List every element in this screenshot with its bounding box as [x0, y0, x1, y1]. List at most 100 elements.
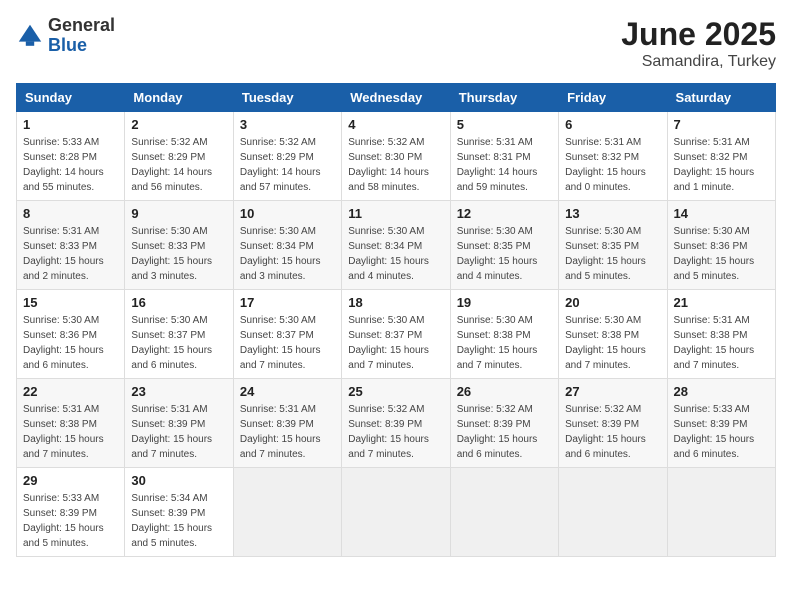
calendar-cell: 27 Sunrise: 5:32 AM Sunset: 8:39 PM Dayl… — [559, 379, 667, 468]
day-info: Sunrise: 5:32 AM Sunset: 8:39 PM Dayligh… — [348, 402, 443, 462]
calendar-cell — [450, 468, 558, 557]
day-number: 14 — [674, 206, 769, 221]
day-info: Sunrise: 5:30 AM Sunset: 8:36 PM Dayligh… — [674, 224, 769, 284]
calendar-cell: 23 Sunrise: 5:31 AM Sunset: 8:39 PM Dayl… — [125, 379, 233, 468]
calendar-week-3: 15 Sunrise: 5:30 AM Sunset: 8:36 PM Dayl… — [17, 290, 776, 379]
calendar-cell: 17 Sunrise: 5:30 AM Sunset: 8:37 PM Dayl… — [233, 290, 341, 379]
calendar-cell: 4 Sunrise: 5:32 AM Sunset: 8:30 PM Dayli… — [342, 112, 450, 201]
calendar-week-4: 22 Sunrise: 5:31 AM Sunset: 8:38 PM Dayl… — [17, 379, 776, 468]
day-number: 22 — [23, 384, 118, 399]
day-info: Sunrise: 5:31 AM Sunset: 8:38 PM Dayligh… — [674, 313, 769, 373]
day-header-sunday: Sunday — [17, 84, 125, 112]
calendar-cell: 11 Sunrise: 5:30 AM Sunset: 8:34 PM Dayl… — [342, 201, 450, 290]
calendar-cell: 12 Sunrise: 5:30 AM Sunset: 8:35 PM Dayl… — [450, 201, 558, 290]
day-number: 15 — [23, 295, 118, 310]
calendar-cell: 22 Sunrise: 5:31 AM Sunset: 8:38 PM Dayl… — [17, 379, 125, 468]
day-header-saturday: Saturday — [667, 84, 775, 112]
calendar-cell: 1 Sunrise: 5:33 AM Sunset: 8:28 PM Dayli… — [17, 112, 125, 201]
logo-icon — [16, 22, 44, 50]
calendar-cell: 5 Sunrise: 5:31 AM Sunset: 8:31 PM Dayli… — [450, 112, 558, 201]
day-number: 29 — [23, 473, 118, 488]
day-number: 18 — [348, 295, 443, 310]
calendar-cell: 30 Sunrise: 5:34 AM Sunset: 8:39 PM Dayl… — [125, 468, 233, 557]
day-header-wednesday: Wednesday — [342, 84, 450, 112]
calendar-table: SundayMondayTuesdayWednesdayThursdayFrid… — [16, 83, 776, 557]
calendar-header-row: SundayMondayTuesdayWednesdayThursdayFrid… — [17, 84, 776, 112]
day-info: Sunrise: 5:33 AM Sunset: 8:28 PM Dayligh… — [23, 135, 118, 195]
calendar-cell: 13 Sunrise: 5:30 AM Sunset: 8:35 PM Dayl… — [559, 201, 667, 290]
calendar-week-1: 1 Sunrise: 5:33 AM Sunset: 8:28 PM Dayli… — [17, 112, 776, 201]
calendar-cell — [342, 468, 450, 557]
day-info: Sunrise: 5:30 AM Sunset: 8:38 PM Dayligh… — [457, 313, 552, 373]
day-info: Sunrise: 5:32 AM Sunset: 8:39 PM Dayligh… — [565, 402, 660, 462]
day-number: 13 — [565, 206, 660, 221]
day-info: Sunrise: 5:31 AM Sunset: 8:38 PM Dayligh… — [23, 402, 118, 462]
day-info: Sunrise: 5:31 AM Sunset: 8:32 PM Dayligh… — [565, 135, 660, 195]
calendar-cell: 2 Sunrise: 5:32 AM Sunset: 8:29 PM Dayli… — [125, 112, 233, 201]
day-header-thursday: Thursday — [450, 84, 558, 112]
page-subtitle: Samandira, Turkey — [621, 53, 776, 71]
day-info: Sunrise: 5:33 AM Sunset: 8:39 PM Dayligh… — [23, 491, 118, 551]
day-info: Sunrise: 5:34 AM Sunset: 8:39 PM Dayligh… — [131, 491, 226, 551]
day-number: 26 — [457, 384, 552, 399]
day-info: Sunrise: 5:32 AM Sunset: 8:30 PM Dayligh… — [348, 135, 443, 195]
day-info: Sunrise: 5:30 AM Sunset: 8:35 PM Dayligh… — [457, 224, 552, 284]
day-number: 7 — [674, 117, 769, 132]
calendar-cell: 21 Sunrise: 5:31 AM Sunset: 8:38 PM Dayl… — [667, 290, 775, 379]
day-info: Sunrise: 5:31 AM Sunset: 8:33 PM Dayligh… — [23, 224, 118, 284]
calendar-cell: 25 Sunrise: 5:32 AM Sunset: 8:39 PM Dayl… — [342, 379, 450, 468]
day-number: 24 — [240, 384, 335, 399]
day-number: 6 — [565, 117, 660, 132]
calendar-cell: 19 Sunrise: 5:30 AM Sunset: 8:38 PM Dayl… — [450, 290, 558, 379]
calendar-cell — [667, 468, 775, 557]
day-info: Sunrise: 5:31 AM Sunset: 8:31 PM Dayligh… — [457, 135, 552, 195]
day-number: 30 — [131, 473, 226, 488]
day-number: 20 — [565, 295, 660, 310]
calendar-cell: 28 Sunrise: 5:33 AM Sunset: 8:39 PM Dayl… — [667, 379, 775, 468]
logo: General Blue — [16, 16, 115, 56]
logo-general: General — [48, 15, 115, 35]
day-number: 28 — [674, 384, 769, 399]
day-info: Sunrise: 5:30 AM Sunset: 8:37 PM Dayligh… — [240, 313, 335, 373]
day-info: Sunrise: 5:32 AM Sunset: 8:39 PM Dayligh… — [457, 402, 552, 462]
day-info: Sunrise: 5:30 AM Sunset: 8:38 PM Dayligh… — [565, 313, 660, 373]
day-number: 17 — [240, 295, 335, 310]
day-number: 27 — [565, 384, 660, 399]
day-number: 23 — [131, 384, 226, 399]
day-info: Sunrise: 5:32 AM Sunset: 8:29 PM Dayligh… — [240, 135, 335, 195]
day-number: 4 — [348, 117, 443, 132]
calendar-cell: 16 Sunrise: 5:30 AM Sunset: 8:37 PM Dayl… — [125, 290, 233, 379]
calendar-cell: 10 Sunrise: 5:30 AM Sunset: 8:34 PM Dayl… — [233, 201, 341, 290]
day-number: 1 — [23, 117, 118, 132]
calendar-cell: 20 Sunrise: 5:30 AM Sunset: 8:38 PM Dayl… — [559, 290, 667, 379]
calendar-week-5: 29 Sunrise: 5:33 AM Sunset: 8:39 PM Dayl… — [17, 468, 776, 557]
calendar-cell: 9 Sunrise: 5:30 AM Sunset: 8:33 PM Dayli… — [125, 201, 233, 290]
day-info: Sunrise: 5:30 AM Sunset: 8:33 PM Dayligh… — [131, 224, 226, 284]
day-info: Sunrise: 5:30 AM Sunset: 8:37 PM Dayligh… — [131, 313, 226, 373]
day-info: Sunrise: 5:30 AM Sunset: 8:35 PM Dayligh… — [565, 224, 660, 284]
day-header-monday: Monday — [125, 84, 233, 112]
day-header-friday: Friday — [559, 84, 667, 112]
day-info: Sunrise: 5:33 AM Sunset: 8:39 PM Dayligh… — [674, 402, 769, 462]
day-info: Sunrise: 5:30 AM Sunset: 8:36 PM Dayligh… — [23, 313, 118, 373]
day-number: 5 — [457, 117, 552, 132]
day-info: Sunrise: 5:31 AM Sunset: 8:39 PM Dayligh… — [240, 402, 335, 462]
day-number: 12 — [457, 206, 552, 221]
day-info: Sunrise: 5:30 AM Sunset: 8:37 PM Dayligh… — [348, 313, 443, 373]
calendar-cell: 26 Sunrise: 5:32 AM Sunset: 8:39 PM Dayl… — [450, 379, 558, 468]
title-block: June 2025 Samandira, Turkey — [621, 16, 776, 71]
day-number: 10 — [240, 206, 335, 221]
day-number: 25 — [348, 384, 443, 399]
day-number: 2 — [131, 117, 226, 132]
day-info: Sunrise: 5:30 AM Sunset: 8:34 PM Dayligh… — [348, 224, 443, 284]
day-number: 16 — [131, 295, 226, 310]
calendar-cell: 8 Sunrise: 5:31 AM Sunset: 8:33 PM Dayli… — [17, 201, 125, 290]
day-number: 3 — [240, 117, 335, 132]
page-header: General Blue June 2025 Samandira, Turkey — [16, 16, 776, 71]
day-number: 9 — [131, 206, 226, 221]
day-number: 19 — [457, 295, 552, 310]
day-info: Sunrise: 5:30 AM Sunset: 8:34 PM Dayligh… — [240, 224, 335, 284]
calendar-cell: 6 Sunrise: 5:31 AM Sunset: 8:32 PM Dayli… — [559, 112, 667, 201]
calendar-cell — [559, 468, 667, 557]
day-info: Sunrise: 5:32 AM Sunset: 8:29 PM Dayligh… — [131, 135, 226, 195]
